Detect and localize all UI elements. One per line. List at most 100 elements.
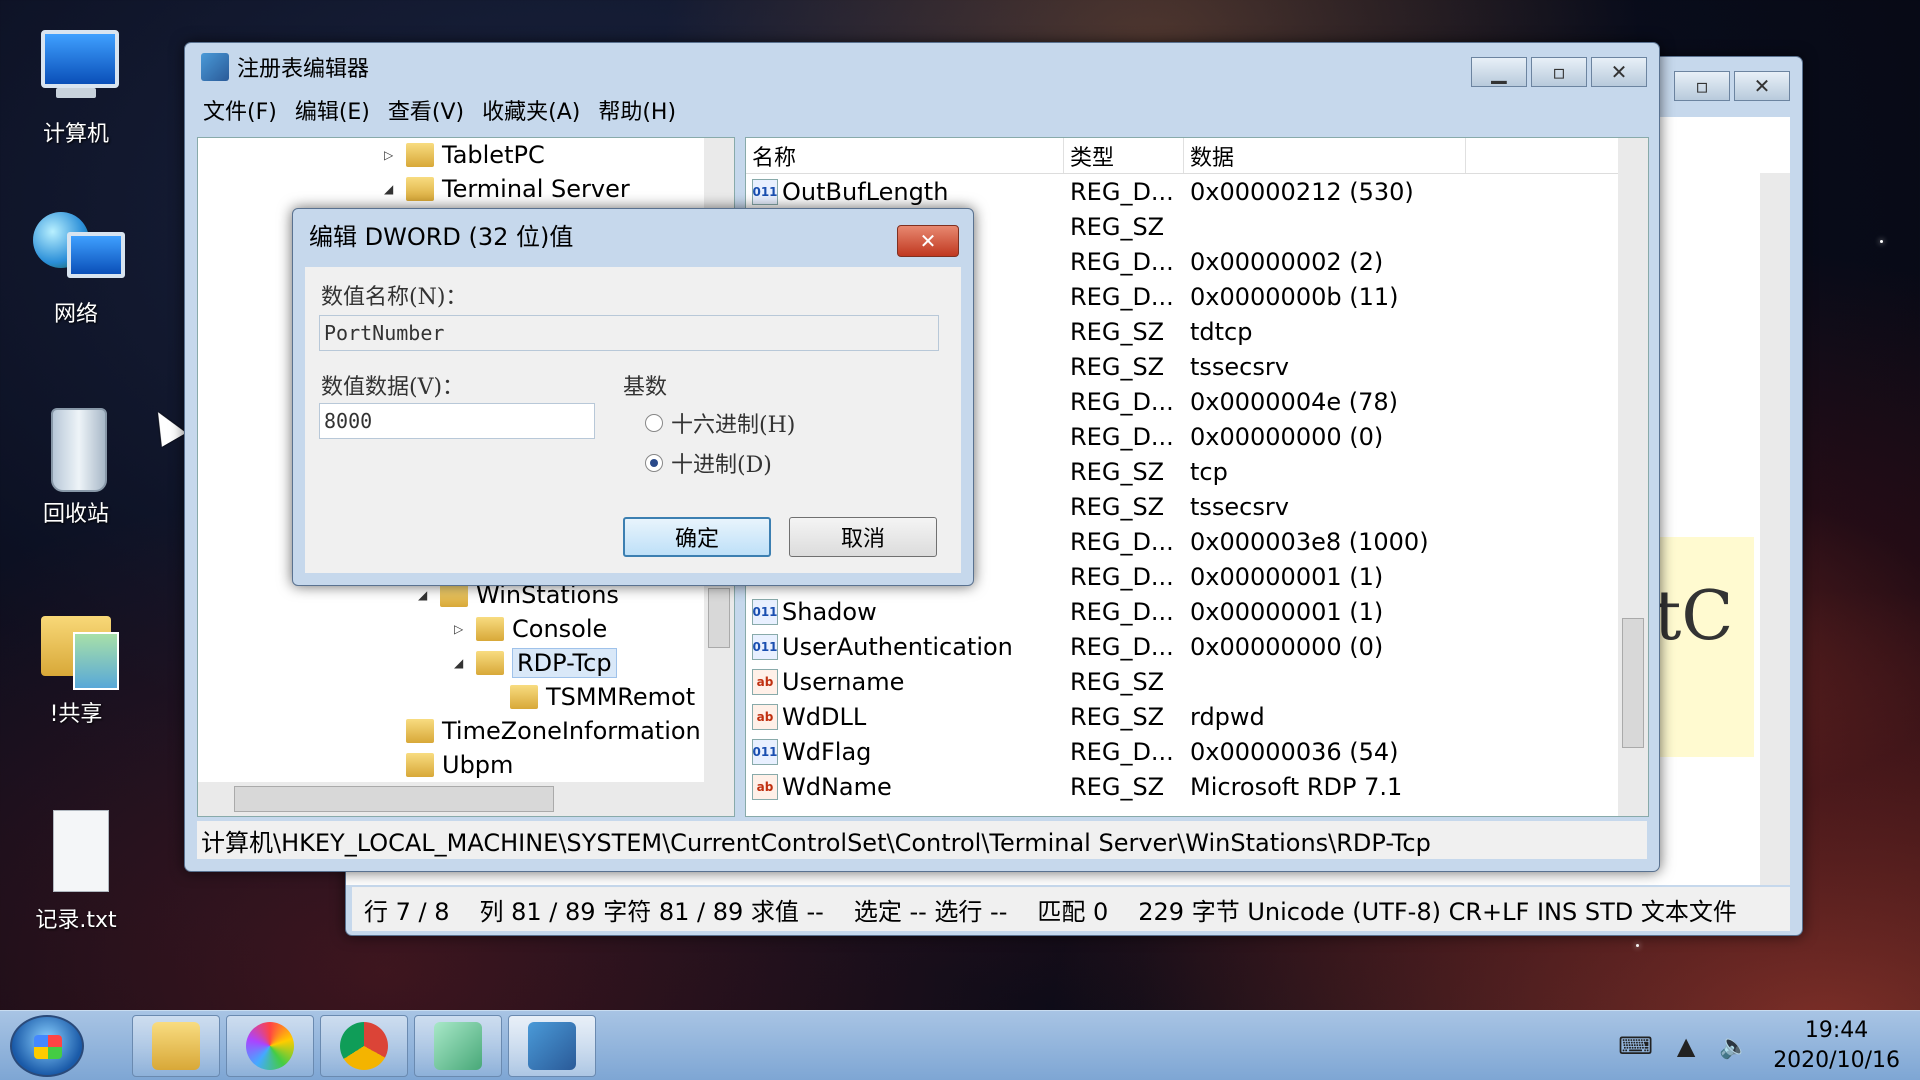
menu-favorites[interactable]: 收藏夹(A) bbox=[482, 94, 580, 126]
radio-button-selected[interactable] bbox=[645, 454, 663, 472]
tree-item[interactable]: ▷ TabletPC bbox=[384, 138, 545, 172]
table-row[interactable]: 011 UserAuthentication REG_D... 0x00000000 … bbox=[746, 629, 1618, 664]
dialog-close-button[interactable]: ✕ bbox=[897, 225, 959, 257]
desktop-icon-network[interactable]: 网络 bbox=[20, 202, 132, 328]
close-button[interactable]: ✕ bbox=[1734, 71, 1790, 101]
string-value-icon: ab bbox=[752, 703, 778, 730]
value-name-cell: ab WdName bbox=[746, 769, 1064, 804]
status-line: 行 7 / 8 bbox=[364, 897, 450, 926]
string-value-icon: ab bbox=[752, 773, 778, 800]
shared-folder-icon bbox=[31, 602, 121, 692]
status-encoding: 229 字节 Unicode (UTF-8) CR+LF INS STD 文本文… bbox=[1138, 897, 1737, 926]
value-data-cell: 0x0000000b (11) bbox=[1190, 282, 1399, 311]
volume-icon[interactable]: 🔈 bbox=[1719, 1032, 1749, 1060]
desktop-icon-label: 回收站 bbox=[42, 502, 109, 527]
column-name[interactable]: 名称 bbox=[746, 138, 1064, 173]
scroll-thumb[interactable] bbox=[708, 588, 730, 648]
column-type[interactable]: 类型 bbox=[1064, 138, 1184, 173]
vertical-scrollbar[interactable] bbox=[1760, 173, 1790, 885]
start-button[interactable] bbox=[10, 1015, 84, 1077]
desktop-icon-label: 计算机 bbox=[42, 122, 109, 147]
table-row[interactable]: ab WdName REG_SZ Microsoft RDP 7.1 bbox=[746, 769, 1618, 804]
taskbar-file-explorer[interactable] bbox=[132, 1015, 220, 1077]
desktop-icon-computer[interactable]: 计算机 bbox=[20, 22, 132, 148]
menu-edit[interactable]: 编辑(E) bbox=[295, 94, 370, 126]
taskbar-browser[interactable] bbox=[226, 1015, 314, 1077]
mouse-cursor bbox=[145, 405, 187, 447]
value-data-label: 数值数据(V)： bbox=[321, 375, 465, 400]
desktop-icon-recycle-bin[interactable]: 回收站 bbox=[20, 402, 132, 528]
value-name-field: PortNumber bbox=[319, 315, 939, 351]
scroll-thumb[interactable] bbox=[1622, 618, 1644, 748]
close-icon: ✕ bbox=[1753, 74, 1771, 98]
table-row[interactable]: ab WdDLL REG_SZ rdpwd bbox=[746, 699, 1618, 734]
collapse-icon[interactable]: ◢ bbox=[454, 656, 468, 670]
folder-icon bbox=[406, 719, 434, 743]
value-type-cell: REG_D... bbox=[1070, 527, 1174, 556]
expand-icon[interactable]: ▷ bbox=[384, 148, 398, 162]
taskbar-notepad[interactable] bbox=[414, 1015, 502, 1077]
taskbar-chrome[interactable] bbox=[320, 1015, 408, 1077]
chrome-icon bbox=[340, 1022, 388, 1070]
tree-item[interactable]: TimeZoneInformation bbox=[384, 714, 701, 748]
radio-decimal[interactable]: 十进制(D) bbox=[645, 447, 772, 479]
table-row[interactable]: 011 Shadow REG_D... 0x00000001 (1) bbox=[746, 594, 1618, 629]
value-data-cell: tssecsrv bbox=[1190, 492, 1289, 521]
value-data-input[interactable]: 8000 bbox=[319, 403, 595, 439]
title-bar[interactable]: 注册表编辑器 bbox=[185, 43, 1659, 91]
collapse-icon[interactable]: ◢ bbox=[418, 588, 432, 602]
value-type-cell: REG_D... bbox=[1070, 632, 1174, 661]
expand-icon[interactable]: ▷ bbox=[454, 622, 468, 636]
collapse-icon[interactable]: ◢ bbox=[384, 182, 398, 196]
chevron-up-icon[interactable]: ▲ bbox=[1677, 1032, 1695, 1060]
ok-button[interactable]: 确定 bbox=[623, 517, 771, 557]
horizontal-scrollbar[interactable] bbox=[198, 782, 734, 816]
folder-icon bbox=[152, 1022, 200, 1070]
text-file-icon bbox=[31, 808, 121, 898]
address-bar[interactable]: 计算机\HKEY_LOCAL_MACHINE\SYSTEM\CurrentCon… bbox=[197, 821, 1647, 859]
keyboard-icon[interactable]: ⌨ bbox=[1618, 1032, 1653, 1060]
value-data-cell bbox=[1184, 664, 1618, 699]
network-icon bbox=[31, 202, 125, 292]
tree-item[interactable]: TSMMRemot bbox=[488, 680, 695, 714]
binary-value-icon: 011 bbox=[752, 178, 778, 205]
minimize-button[interactable]: ▁ bbox=[1471, 57, 1527, 87]
value-name-cell: 011 Shadow bbox=[752, 597, 877, 626]
desktop-icon-share[interactable]: !共享 bbox=[20, 602, 132, 728]
tree-item-selected[interactable]: ◢ RDP-Tcp bbox=[454, 646, 617, 680]
edit-dword-dialog[interactable]: 编辑 DWORD (32 位)值 ✕ 数值名称(N)： PortNumber 数… bbox=[292, 208, 974, 586]
maximize-button[interactable]: ▫ bbox=[1674, 71, 1730, 101]
tree-item[interactable]: ▷ Console bbox=[454, 612, 607, 646]
value-type-cell: REG_D... bbox=[1070, 282, 1174, 311]
tree-item[interactable]: ◢ Terminal Server bbox=[384, 172, 630, 206]
menu-file[interactable]: 文件(F) bbox=[203, 94, 277, 126]
base-group-label: 基数 bbox=[623, 375, 668, 400]
table-row[interactable]: ab Username REG_SZ bbox=[746, 664, 1618, 699]
value-data-cell: tdtcp bbox=[1190, 317, 1253, 346]
cancel-button[interactable]: 取消 bbox=[789, 517, 937, 557]
table-row[interactable]: 011 OutBufLength REG_D... 0x00000212 (530) bbox=[746, 174, 1618, 209]
highlighted-text: tC bbox=[1654, 537, 1754, 757]
scroll-thumb[interactable] bbox=[234, 786, 554, 812]
maximize-button[interactable]: ▫ bbox=[1531, 57, 1587, 87]
dialog-title: 编辑 DWORD (32 位)值 bbox=[309, 222, 574, 251]
folder-icon bbox=[406, 143, 434, 167]
value-type-cell: REG_SZ bbox=[1070, 702, 1165, 731]
desktop-icon-log-file[interactable]: 记录.txt bbox=[20, 808, 132, 934]
radio-button[interactable] bbox=[645, 414, 663, 432]
vertical-scrollbar[interactable] bbox=[1618, 138, 1648, 816]
list-header: 名称 类型 数据 bbox=[746, 138, 1618, 174]
close-icon: ✕ bbox=[1610, 60, 1628, 84]
tree-item[interactable]: Ubpm bbox=[384, 748, 513, 782]
clock[interactable]: 19:44 2020/10/16 bbox=[1773, 1016, 1900, 1076]
menu-help[interactable]: 帮助(H) bbox=[598, 94, 676, 126]
value-type-cell: REG_SZ bbox=[1070, 352, 1165, 381]
maximize-icon: ▫ bbox=[1552, 60, 1566, 84]
folder-icon bbox=[406, 753, 434, 777]
table-row[interactable]: 011 WdFlag REG_D... 0x00000036 (54) bbox=[746, 734, 1618, 769]
close-button[interactable]: ✕ bbox=[1591, 57, 1647, 87]
radio-hexadecimal[interactable]: 十六进制(H) bbox=[645, 407, 795, 439]
menu-view[interactable]: 查看(V) bbox=[388, 94, 464, 126]
taskbar-regedit[interactable] bbox=[508, 1015, 596, 1077]
column-data[interactable]: 数据 bbox=[1184, 138, 1466, 173]
